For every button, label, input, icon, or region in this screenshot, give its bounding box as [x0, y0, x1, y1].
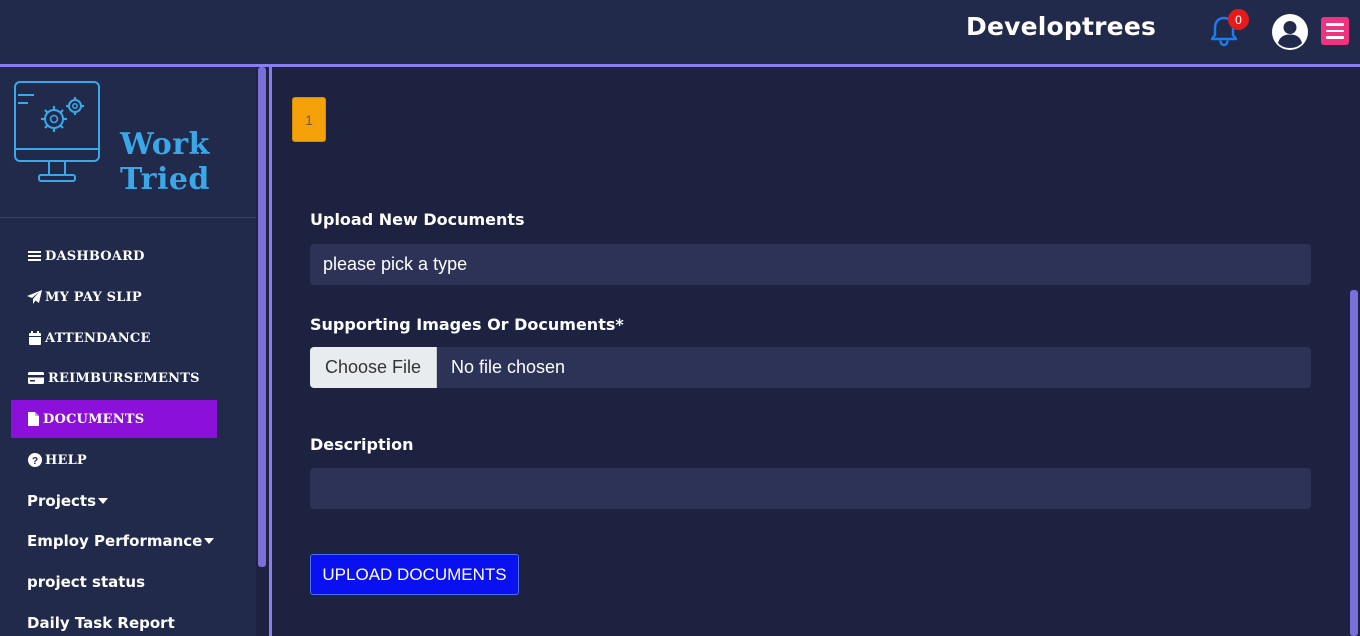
sidebar-item-label: Projects	[27, 492, 97, 510]
hamburger-menu-icon[interactable]	[1321, 17, 1349, 45]
sidebar-item-label: ATTENDANCE	[45, 330, 151, 346]
sidebar-item-label: project status	[27, 573, 146, 591]
supporting-documents-label: Supporting Images Or Documents*	[310, 315, 624, 334]
paper-plane-icon	[27, 290, 42, 305]
sidebar-item-label: Employ Performance	[27, 532, 203, 550]
logo-text: Work Tried	[120, 127, 210, 197]
sidebar-item-help[interactable]: ? HELP	[11, 441, 217, 479]
sidebar-item-my-pay-slip[interactable]: MY PAY SLIP	[11, 278, 217, 316]
file-status-text: No file chosen	[451, 357, 566, 377]
sidebar-item-daily-task-report[interactable]: Daily Task Report	[11, 604, 217, 636]
caret-down-icon	[98, 498, 109, 504]
top-navbar: Developtrees 0	[0, 0, 1360, 64]
file-icon	[27, 412, 40, 427]
sidebar-item-dashboard[interactable]: DASHBOARD	[11, 237, 217, 275]
notification-count-badge: 0	[1228, 9, 1249, 30]
description-label: Description	[310, 435, 414, 454]
sidebar-item-documents[interactable]: DOCUMENTS	[11, 400, 217, 438]
svg-text:?: ?	[31, 456, 37, 467]
main-scrollbar-thumb[interactable]	[1350, 290, 1358, 636]
document-type-select[interactable]: please pick a type	[310, 244, 1311, 285]
bars-icon	[27, 249, 42, 264]
sidebar-item-label: Daily Task Report	[27, 614, 175, 632]
credit-card-icon	[27, 371, 45, 386]
sidebar-item-label: MY PAY SLIP	[45, 289, 142, 305]
sidebar-item-label: HELP	[45, 452, 87, 468]
sidebar-divider	[0, 217, 256, 218]
upload-title: Upload New Documents	[310, 210, 525, 229]
calendar-icon	[27, 331, 42, 346]
sidebar-item-reimbursements[interactable]: REIMBURSEMENTS	[11, 359, 217, 397]
sidebar: Work Tried DASHBOARD MY PAY SLIP ATTENDA…	[0, 67, 256, 636]
sidebar-item-label: DOCUMENTS	[43, 411, 145, 427]
caret-down-icon	[204, 538, 215, 544]
step-badge: 1	[292, 97, 326, 142]
description-input[interactable]	[310, 468, 1311, 509]
work-tried-logo: Work Tried	[12, 79, 242, 199]
sidebar-item-label: REIMBURSEMENTS	[48, 370, 200, 386]
sidebar-item-projects[interactable]: Projects	[11, 482, 217, 520]
sidebar-item-project-status[interactable]: project status	[11, 563, 217, 601]
sidebar-item-label: DASHBOARD	[45, 248, 145, 264]
choose-file-button[interactable]: Choose File	[310, 347, 437, 388]
document-type-selected-value: please pick a type	[323, 254, 468, 274]
question-circle-icon: ?	[27, 453, 42, 468]
file-input[interactable]: Choose File No file chosen	[310, 347, 1311, 388]
user-avatar-icon[interactable]	[1271, 13, 1309, 51]
sidebar-item-employ-performance[interactable]: Employ Performance	[11, 522, 217, 560]
upload-documents-button[interactable]: UPLOAD DOCUMENTS	[310, 554, 519, 595]
brand-name: Developtrees	[966, 12, 1157, 41]
sidebar-scrollbar-thumb[interactable]	[258, 67, 266, 567]
sidebar-item-attendance[interactable]: ATTENDANCE	[11, 319, 217, 357]
